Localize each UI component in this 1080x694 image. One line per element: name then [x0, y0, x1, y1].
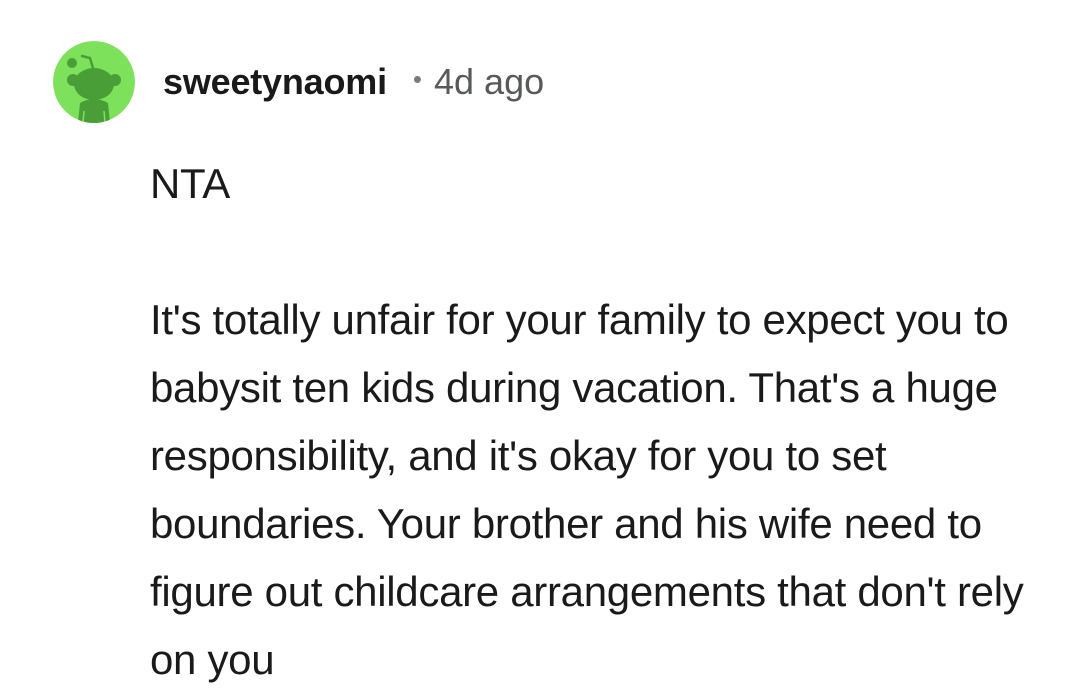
comment: sweetynaomi • 4d ago NTA It's totally un… [0, 0, 1080, 692]
comment-header: sweetynaomi • 4d ago [163, 58, 544, 106]
reddit-snoo-avatar-icon [53, 41, 135, 123]
comment-body: NTA It's totally unfair for your family … [150, 150, 1050, 694]
comment-paragraph-text: It's totally unfair for your family to e… [150, 296, 1024, 683]
comment-paragraph-verdict: NTA [150, 160, 230, 207]
comment-timestamp: 4d ago [434, 61, 545, 102]
separator-dot: • [412, 63, 422, 94]
user-avatar[interactable] [53, 41, 135, 123]
author-username[interactable]: sweetynaomi [163, 61, 387, 103]
